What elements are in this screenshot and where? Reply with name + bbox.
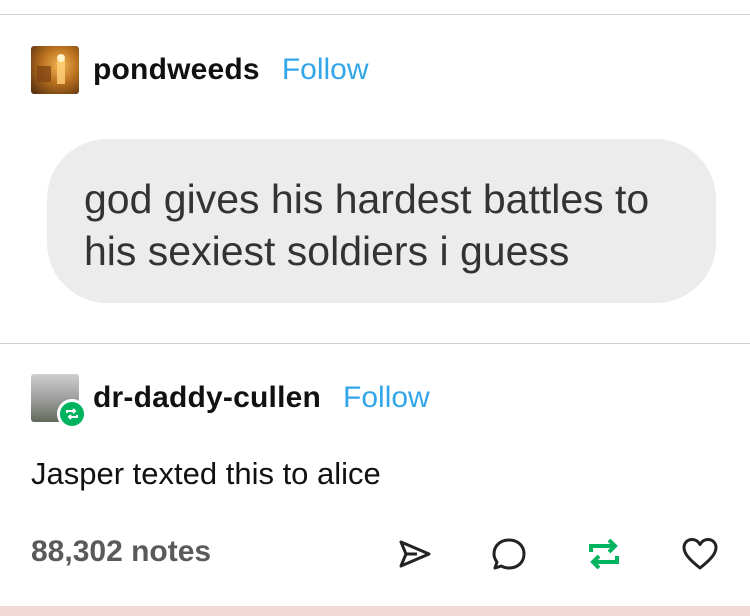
bottom-strip [0,606,750,616]
username-pondweeds[interactable]: pondweeds [93,53,260,87]
message-bubble: god gives his hardest battles to his sex… [47,139,716,303]
top-divider [0,14,750,15]
reblog-comment: Jasper texted this to alice [31,456,381,491]
dr-daddy-cullen-avatar-icon[interactable] [31,374,87,429]
notes-count[interactable]: 88,302 notes [31,535,211,569]
share-icon[interactable] [393,532,437,576]
reply-icon[interactable] [487,532,531,576]
follow-button-pondweeds[interactable]: Follow [282,53,369,87]
pondweeds-avatar-icon[interactable] [31,46,79,94]
post-header-dr-daddy-cullen: dr-daddy-cullen Follow [31,374,430,429]
post-header-pondweeds: pondweeds Follow [31,46,369,94]
reblog-icon[interactable] [582,532,626,576]
message-text: god gives his hardest battles to his sex… [84,176,650,274]
reblog-badge-icon [57,399,87,429]
heart-icon[interactable] [678,532,722,576]
username-dr-daddy-cullen[interactable]: dr-daddy-cullen [93,381,321,415]
follow-button-dr-daddy-cullen[interactable]: Follow [343,381,430,415]
post-divider [0,343,750,344]
